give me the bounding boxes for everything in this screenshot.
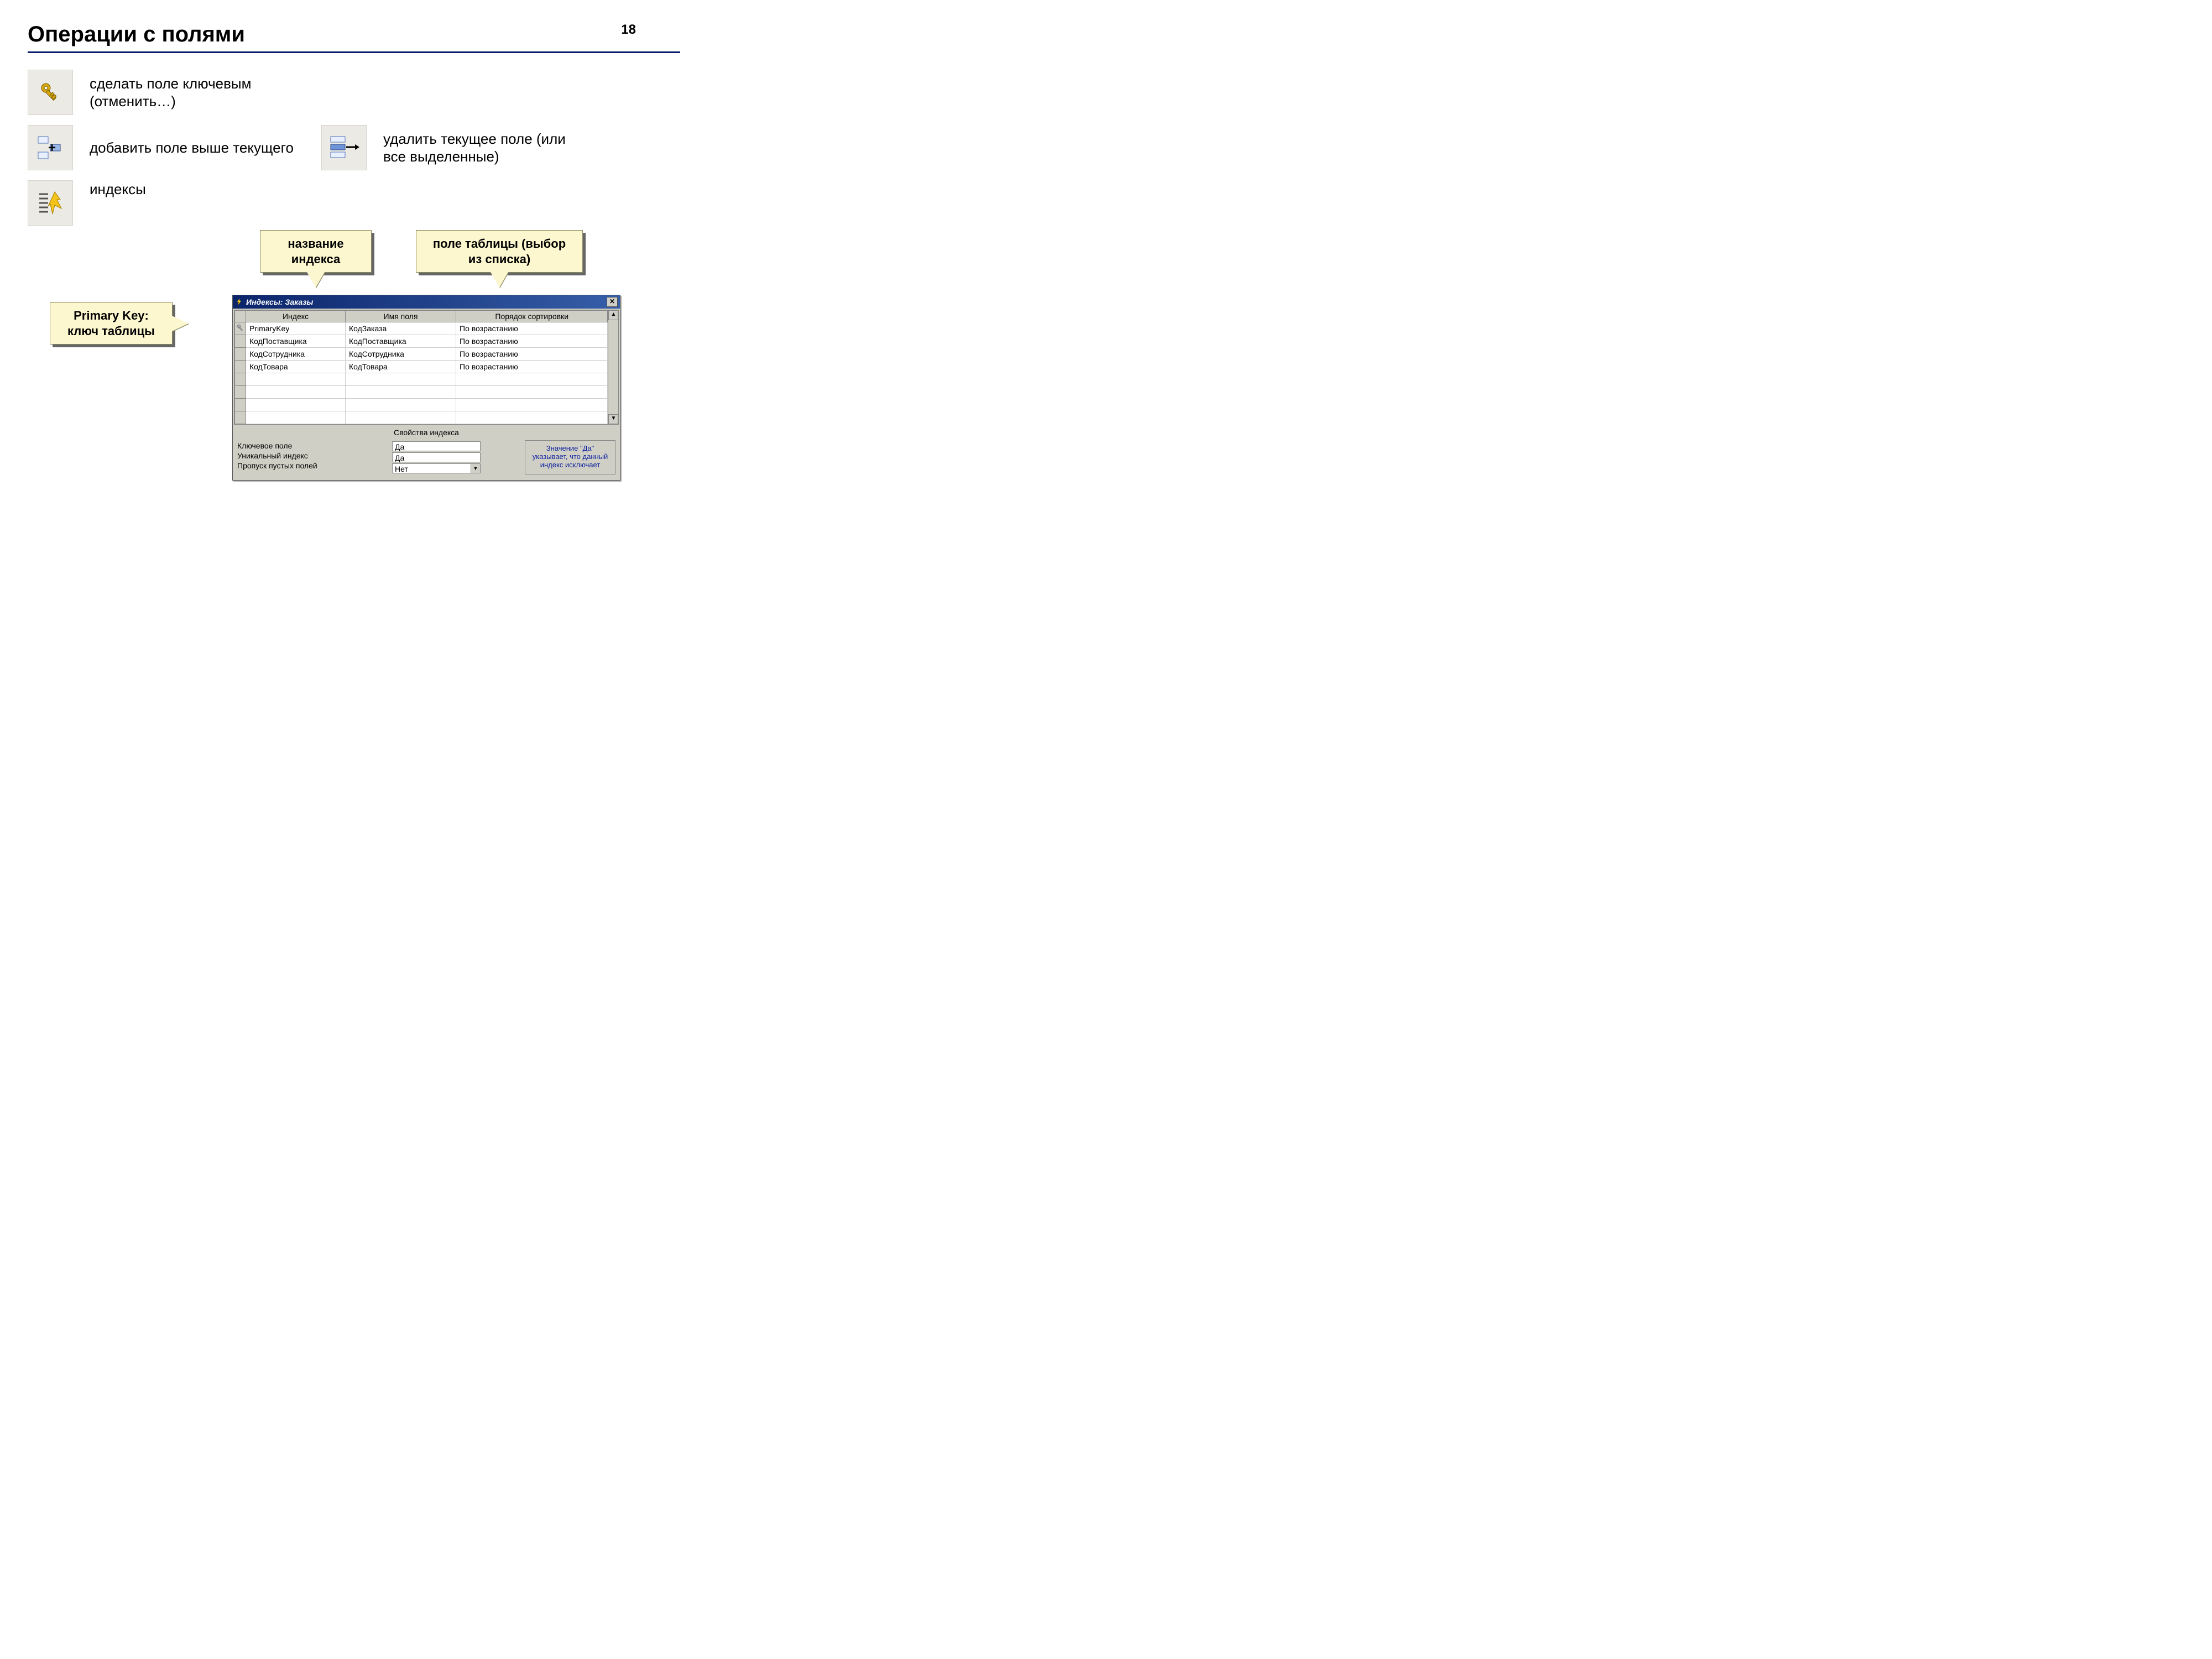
cell-index[interactable] (246, 411, 346, 424)
cell-sort[interactable] (456, 386, 608, 399)
cell-index[interactable]: PrimaryKey (246, 322, 346, 335)
op-delete-label: удалить текущее поле (или все выделенные… (383, 130, 582, 166)
window-title: Индексы: Заказы (246, 298, 603, 306)
delete-row-icon[interactable] (321, 125, 367, 170)
cell-field[interactable] (346, 399, 456, 411)
cell-field[interactable]: КодСотрудника (346, 348, 456, 361)
callout-primary-key-text: Primary Key: ключ таблицы (67, 309, 155, 338)
callout-primary-key: Primary Key: ключ таблицы (50, 302, 173, 345)
indexes-icon[interactable] (28, 180, 73, 226)
scroll-down-button[interactable]: ▼ (608, 414, 618, 424)
op-key-label: сделать поле ключевым (отменить…) (90, 75, 311, 111)
insert-row-icon[interactable]: + (28, 125, 73, 170)
row-selector[interactable] (235, 335, 246, 348)
grid-corner (235, 311, 246, 322)
bolt-icon (235, 298, 243, 306)
window-close-button[interactable]: ✕ (607, 297, 618, 307)
row-selector[interactable] (235, 361, 246, 373)
op-add-label: добавить поле выше текущего (90, 139, 294, 157)
prop-label: Ключевое поле (237, 441, 387, 450)
prop-label: Пропуск пустых полей (237, 461, 387, 470)
window-titlebar[interactable]: Индексы: Заказы ✕ (233, 295, 620, 309)
cell-field[interactable]: КодЗаказа (346, 322, 456, 335)
col-sort[interactable]: Порядок сортировки (456, 311, 608, 322)
cell-index[interactable] (246, 373, 346, 386)
col-index[interactable]: Индекс (246, 311, 346, 322)
prop-combo[interactable]: Нет▼ (392, 463, 481, 473)
callout-table-field: поле таблицы (выбор из списка) (416, 230, 583, 273)
prop-label: Уникальный индекс (237, 451, 387, 460)
primary-key-icon[interactable] (28, 70, 73, 115)
cell-field[interactable] (346, 373, 456, 386)
cell-index[interactable] (246, 399, 346, 411)
cell-sort[interactable] (456, 399, 608, 411)
cell-sort[interactable]: По возрастанию (456, 348, 608, 361)
indexes-grid[interactable]: Индекс Имя поля Порядок сортировки Prima… (234, 310, 608, 424)
help-text: Значение "Да" указывает, что данный инде… (525, 440, 615, 474)
callout-table-field-text: поле таблицы (выбор из списка) (433, 237, 566, 266)
row-selector[interactable] (235, 348, 246, 361)
cell-index[interactable]: КодСотрудника (246, 348, 346, 361)
callout-index-name-text: название индекса (288, 237, 343, 266)
cell-sort[interactable] (456, 411, 608, 424)
cell-sort[interactable] (456, 373, 608, 386)
cell-field[interactable] (346, 386, 456, 399)
cell-index[interactable] (246, 386, 346, 399)
title-divider (28, 51, 680, 53)
prop-input[interactable]: Да (392, 452, 481, 462)
cell-sort[interactable]: По возрастанию (456, 361, 608, 373)
cell-sort[interactable]: По возрастанию (456, 335, 608, 348)
cell-index[interactable]: КодПоставщика (246, 335, 346, 348)
cell-field[interactable] (346, 411, 456, 424)
indexes-window: Индексы: Заказы ✕ Индекс Имя поля Порядо… (232, 295, 620, 481)
svg-text:+: + (48, 140, 56, 155)
cell-index[interactable]: КодТовара (246, 361, 346, 373)
row-selector[interactable] (235, 386, 246, 399)
cell-field[interactable]: КодТовара (346, 361, 456, 373)
row-selector[interactable] (235, 322, 246, 335)
col-field[interactable]: Имя поля (346, 311, 456, 322)
op-indexes-label: индексы (90, 180, 146, 199)
page-number: 18 (621, 22, 636, 38)
prop-input[interactable]: Да (392, 441, 481, 451)
chevron-down-icon[interactable]: ▼ (471, 464, 480, 473)
page-title: Операции с полями (28, 22, 245, 47)
cell-sort[interactable]: По возрастанию (456, 322, 608, 335)
row-selector[interactable] (235, 373, 246, 386)
scroll-up-button[interactable]: ▲ (608, 310, 618, 320)
row-selector[interactable] (235, 399, 246, 411)
callout-index-name: название индекса (260, 230, 372, 273)
row-selector[interactable] (235, 411, 246, 424)
index-properties-heading: Свойства индекса (233, 426, 620, 440)
cell-field[interactable]: КодПоставщика (346, 335, 456, 348)
grid-scrollbar[interactable]: ▲ ▼ (608, 310, 618, 424)
